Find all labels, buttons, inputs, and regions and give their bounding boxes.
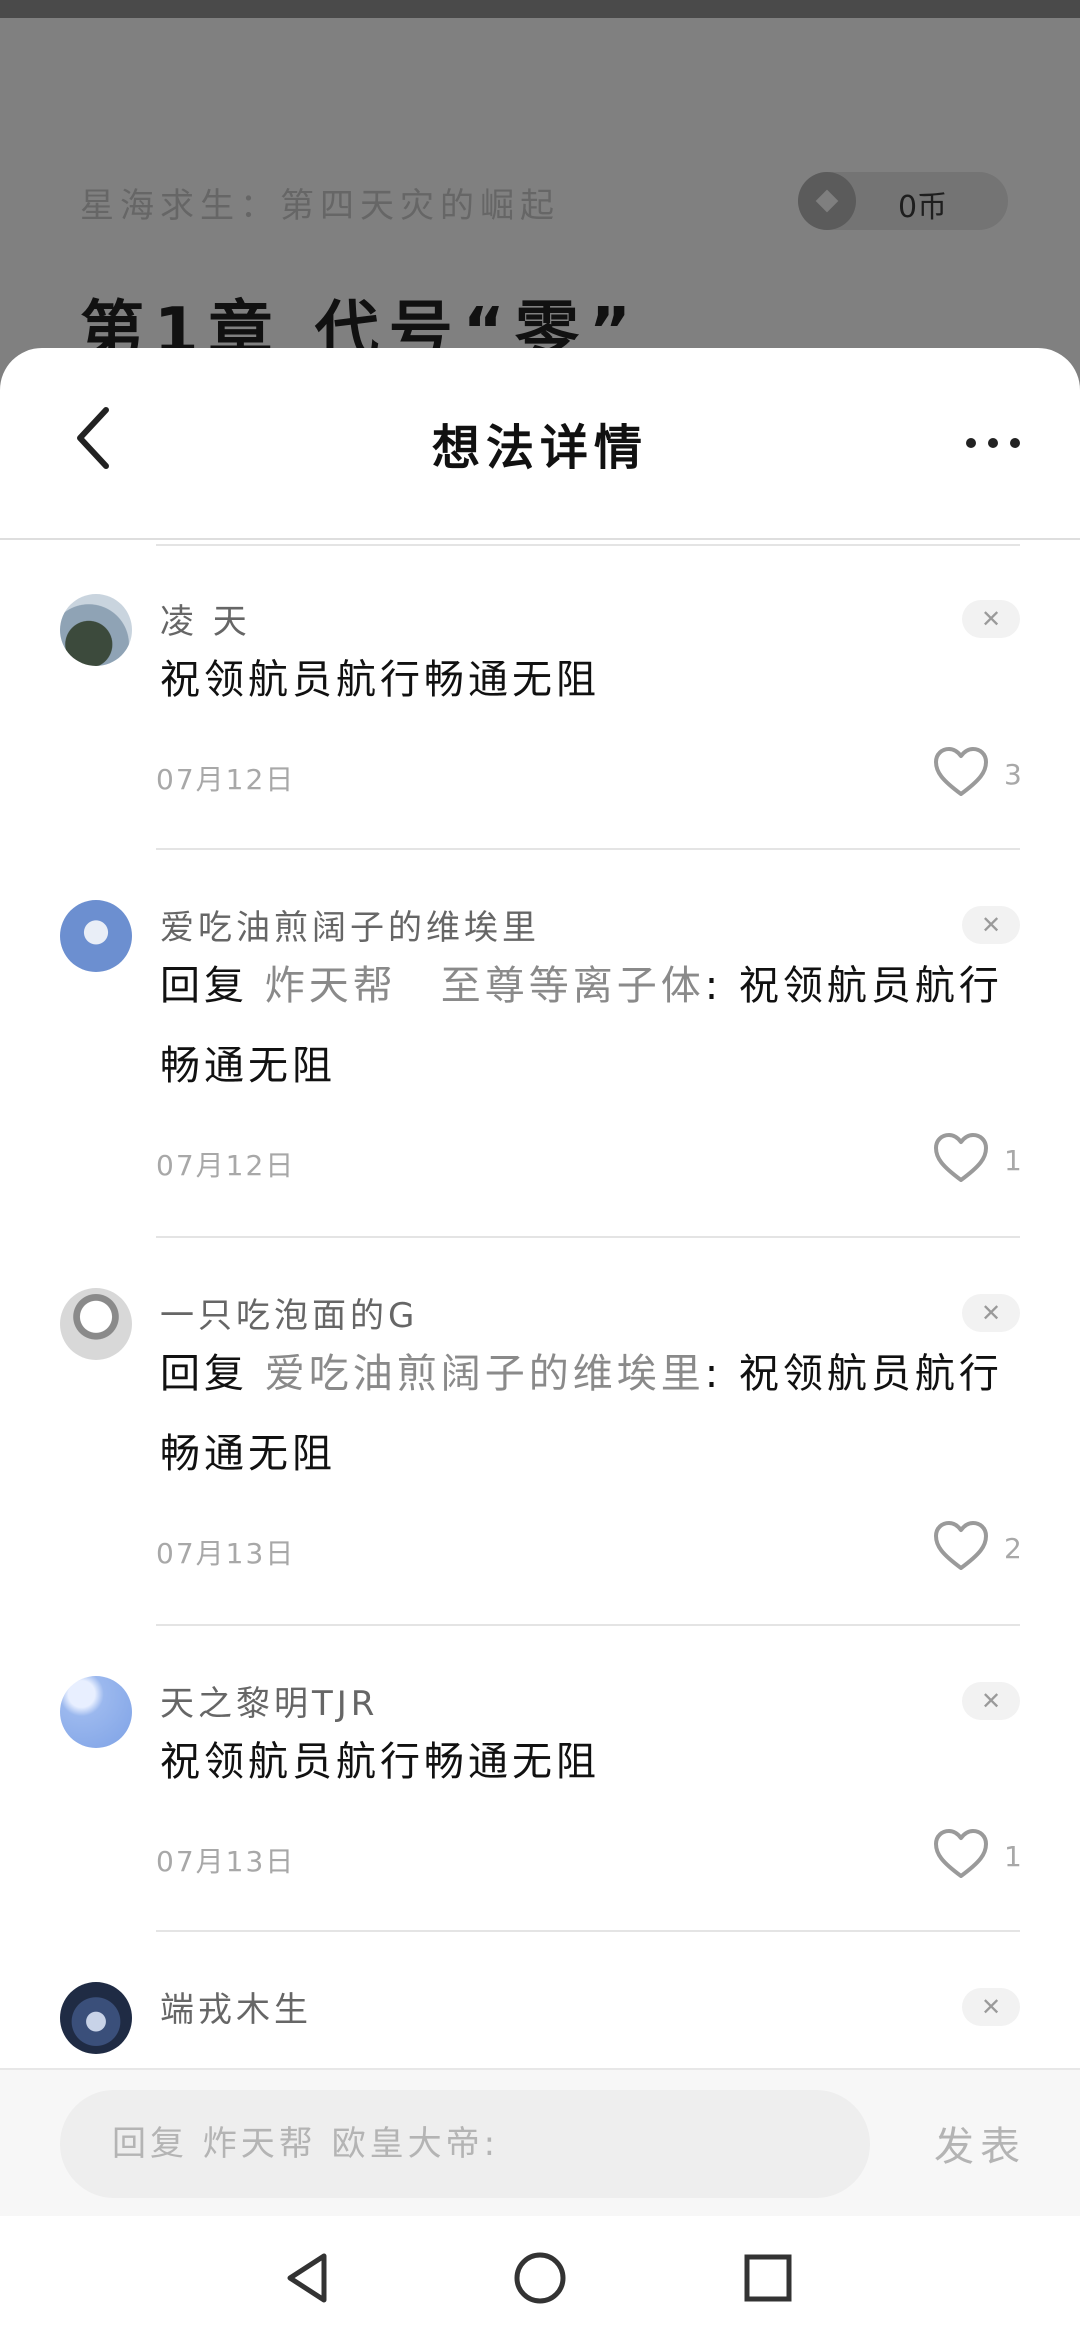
coin-icon <box>798 172 856 230</box>
comment-date: 07月13日 <box>156 1845 296 1878</box>
page-title: 想法详情 <box>431 420 648 476</box>
square-recents-icon <box>744 2254 792 2302</box>
divider <box>156 544 1020 546</box>
status-bar <box>0 0 1080 18</box>
like-count: 2 <box>1004 1532 1022 1565</box>
comment-date: 07月12日 <box>156 763 296 796</box>
comment-body: 祝领航员航行畅通无阻 <box>160 1739 600 1785</box>
divider <box>156 1930 1020 1932</box>
triangle-back-icon <box>287 2253 327 2303</box>
coin-balance: 0币 <box>898 190 948 225</box>
heart-outline-icon <box>934 747 988 796</box>
more-dot <box>988 438 998 448</box>
nav-home-button[interactable] <box>504 2242 576 2314</box>
reply-mention[interactable]: 炸天帮 至尊等离子体 <box>265 963 705 1009</box>
reply-composer: 发表 <box>0 2068 1080 2216</box>
thought-detail-sheet: 想法详情 凌 天 ✕ 祝领航员航行畅通无阻 07月12日 3 爱吃油煎阔子的维埃… <box>0 348 1080 2340</box>
send-button[interactable]: 发表 <box>934 2114 1026 2172</box>
more-dot <box>1010 438 1020 448</box>
comment-text: 祝领航员航行畅通无阻 <box>160 640 1020 720</box>
coin-balance-pill: 0币 <box>798 172 1008 230</box>
comment-date: 07月13日 <box>156 1537 296 1570</box>
reader-background: 星海求生：第四天灾的崛起 0币 第1章 代号“零” <box>0 18 1080 378</box>
sheet-header: 想法详情 <box>0 348 1080 540</box>
divider <box>156 848 1020 850</box>
more-horizontal-icon <box>966 438 976 448</box>
avatar[interactable] <box>60 900 132 972</box>
like-count: 1 <box>1004 1144 1022 1177</box>
like-button[interactable] <box>932 1520 990 1572</box>
comment-text: 回复 炸天帮 至尊等离子体: 祝领航员航行畅通无阻 <box>160 946 1020 1106</box>
reply-mention[interactable]: 爱吃油煎阔子的维埃里 <box>265 1351 705 1397</box>
nav-recents-button[interactable] <box>732 2242 804 2314</box>
comment-username[interactable]: 凌 天 <box>160 594 251 643</box>
comment-username[interactable]: 爱吃油煎阔子的维埃里 <box>160 900 540 949</box>
comment-date: 07月12日 <box>156 1149 296 1182</box>
book-title: 星海求生：第四天灾的崛起 <box>80 186 560 226</box>
comment-username[interactable]: 一只吃泡面的G <box>160 1288 418 1337</box>
heart-outline-icon <box>934 1829 988 1878</box>
close-icon[interactable]: ✕ <box>962 1682 1020 1720</box>
close-icon[interactable]: ✕ <box>962 1294 1020 1332</box>
divider <box>156 1236 1020 1238</box>
avatar[interactable] <box>60 1982 132 2054</box>
comment-text: 祝领航员航行畅通无阻 <box>160 1722 1020 1802</box>
comment-list[interactable]: 凌 天 ✕ 祝领航员航行畅通无阻 07月12日 3 爱吃油煎阔子的维埃里 ✕ 回… <box>0 544 1080 2080</box>
like-button[interactable] <box>932 1828 990 1880</box>
like-button[interactable] <box>932 1132 990 1184</box>
reply-prefix: 回复 <box>160 963 248 1009</box>
like-count: 3 <box>1004 758 1022 791</box>
avatar[interactable] <box>60 1676 132 1748</box>
comment-username[interactable]: 天之黎明TJR <box>160 1676 378 1725</box>
circle-home-icon <box>514 2252 566 2304</box>
avatar[interactable] <box>60 594 132 666</box>
reply-prefix: 回复 <box>160 1351 248 1397</box>
avatar[interactable] <box>60 1288 132 1360</box>
close-icon[interactable]: ✕ <box>962 600 1020 638</box>
like-button[interactable] <box>932 746 990 798</box>
divider <box>156 1624 1020 1626</box>
close-icon[interactable]: ✕ <box>962 906 1020 944</box>
more-options-button[interactable] <box>966 432 1022 456</box>
reply-input[interactable] <box>60 2090 870 2198</box>
nav-back-button[interactable] <box>272 2242 344 2314</box>
comment-body: 祝领航员航行畅通无阻 <box>160 657 600 703</box>
like-count: 1 <box>1004 1840 1022 1873</box>
close-icon[interactable]: ✕ <box>962 1988 1020 2026</box>
system-nav-bar <box>0 2216 1080 2340</box>
comment-username[interactable]: 端戎木生 <box>160 1982 312 2031</box>
heart-outline-icon <box>934 1521 988 1570</box>
heart-outline-icon <box>934 1133 988 1182</box>
comment-text: 回复 爱吃油煎阔子的维埃里: 祝领航员航行畅通无阻 <box>160 1334 1020 1494</box>
